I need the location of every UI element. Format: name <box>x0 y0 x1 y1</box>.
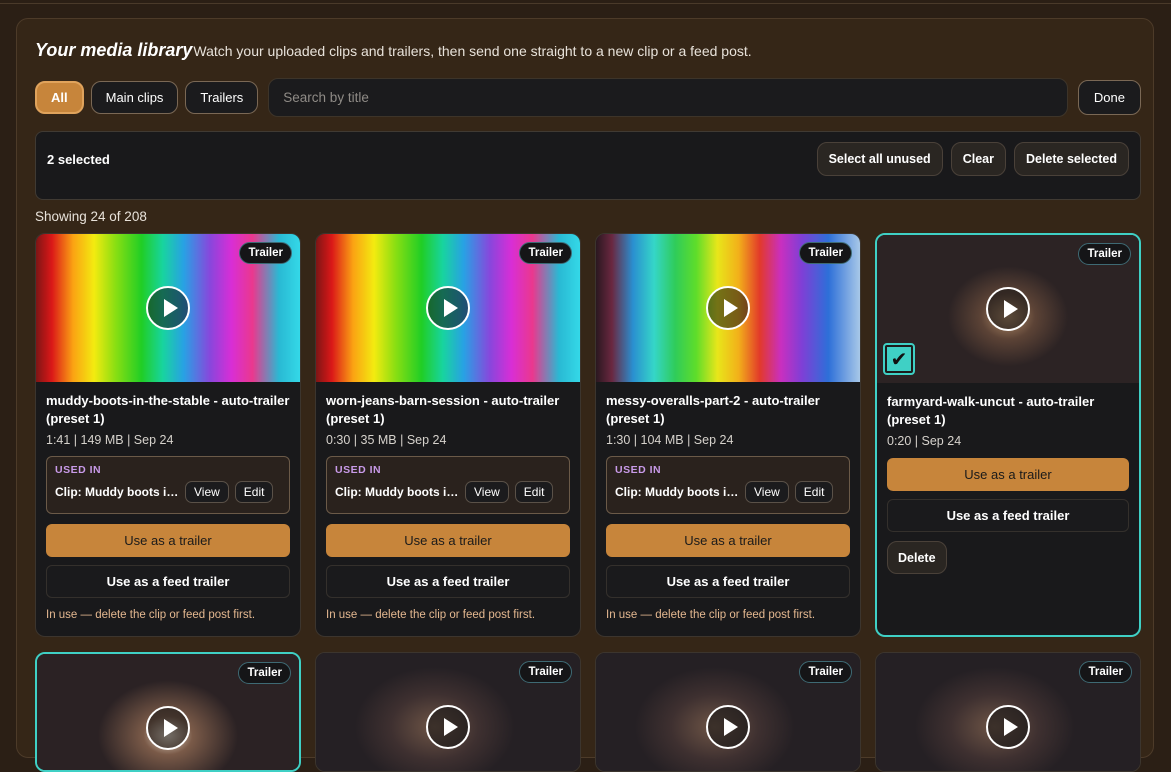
media-meta: 1:30 | 104 MB | Sep 24 <box>606 433 734 447</box>
use-as-feed-trailer-button[interactable]: Use as a feed trailer <box>326 565 570 598</box>
used-in-box: USED IN Clip: Muddy boots in the stable … <box>46 456 290 514</box>
media-meta: 0:30 | 35 MB | Sep 24 <box>326 433 447 447</box>
media-title: worn-jeans-barn-session - auto-trailer (… <box>326 393 560 426</box>
edit-clip-button[interactable]: Edit <box>234 481 274 503</box>
trailer-badge: Trailer <box>799 661 852 683</box>
video-thumbnail[interactable]: Trailer <box>36 234 300 382</box>
play-icon[interactable] <box>986 705 1030 749</box>
use-as-trailer-button[interactable]: Use as a trailer <box>326 524 570 557</box>
clear-selection-button[interactable]: Clear <box>950 142 1006 176</box>
used-in-label: USED IN <box>615 464 662 476</box>
selection-bar: 2 selected Select all unused Clear Delet… <box>35 131 1141 200</box>
media-title: muddy-boots-in-the-stable - auto-trailer… <box>46 393 290 426</box>
play-icon[interactable] <box>986 287 1030 331</box>
trailer-badge: Trailer <box>1078 243 1131 265</box>
media-meta: 1:41 | 149 MB | Sep 24 <box>46 433 174 447</box>
used-in-label: USED IN <box>335 464 382 476</box>
trailer-badge: Trailer <box>519 242 572 264</box>
used-in-label: USED IN <box>55 464 102 476</box>
media-meta: 0:20 | Sep 24 <box>887 434 962 448</box>
play-icon[interactable] <box>706 286 750 330</box>
video-thumbnail[interactable]: Trailer <box>37 654 299 770</box>
view-clip-button[interactable]: View <box>745 481 789 503</box>
video-thumbnail[interactable]: Trailer <box>316 234 580 382</box>
play-icon[interactable] <box>426 705 470 749</box>
play-icon[interactable] <box>146 286 190 330</box>
video-thumbnail[interactable]: Trailer <box>316 653 580 771</box>
library-header: Your media library Watch your uploaded c… <box>35 40 752 61</box>
delete-selected-button[interactable]: Delete selected <box>1013 142 1129 176</box>
filter-bar: All Main clips Trailers Search by title … <box>35 78 1141 117</box>
use-as-feed-trailer-button[interactable]: Use as a feed trailer <box>887 499 1129 532</box>
results-count: Showing 24 of 208 <box>35 209 147 224</box>
search-input[interactable]: Search by title <box>268 78 1068 117</box>
use-as-trailer-button[interactable]: Use as a trailer <box>887 458 1129 491</box>
delete-button[interactable]: Delete <box>887 541 947 574</box>
media-card-selected: Trailer ✔ farmyard-walk-uncut - auto-tra… <box>875 233 1141 637</box>
trailer-badge: Trailer <box>238 662 291 684</box>
select-all-unused-button[interactable]: Select all unused <box>816 142 943 176</box>
selection-count: 2 selected <box>47 152 110 167</box>
used-in-clip-name: Clip: Muddy boots in the stable <box>615 485 739 499</box>
used-in-box: USED IN Clip: Muddy boots in the stable … <box>326 456 570 514</box>
use-as-feed-trailer-button[interactable]: Use as a feed trailer <box>46 565 290 598</box>
use-as-feed-trailer-button[interactable]: Use as a feed trailer <box>606 565 850 598</box>
trailer-badge: Trailer <box>799 242 852 264</box>
edit-clip-button[interactable]: Edit <box>514 481 554 503</box>
video-thumbnail[interactable]: Trailer <box>596 234 860 382</box>
view-clip-button[interactable]: View <box>185 481 229 503</box>
play-icon[interactable] <box>146 706 190 750</box>
filter-chip-trailers[interactable]: Trailers <box>185 81 259 114</box>
video-thumbnail[interactable]: Trailer <box>596 653 860 771</box>
view-clip-button[interactable]: View <box>465 481 509 503</box>
checkbox-checked-icon[interactable]: ✔ <box>883 343 915 375</box>
selection-actions: Select all unused Clear Delete selected <box>809 142 1129 176</box>
use-as-trailer-button[interactable]: Use as a trailer <box>46 524 290 557</box>
top-divider <box>0 0 1171 4</box>
video-thumbnail[interactable]: Trailer <box>876 653 1140 771</box>
trailer-badge: Trailer <box>1079 661 1132 683</box>
used-in-clip-name: Clip: Muddy boots in the stable <box>335 485 459 499</box>
in-use-note: In use — delete the clip or feed post fi… <box>606 609 816 621</box>
media-card: Trailer <box>315 652 581 772</box>
media-library-panel: Your media library Watch your uploaded c… <box>16 18 1154 772</box>
media-title: farmyard-walk-uncut - auto-trailer (pres… <box>887 394 1095 427</box>
media-card: Trailer <box>875 652 1141 772</box>
filter-chip-main-clips[interactable]: Main clips <box>90 81 179 114</box>
media-card-selected: Trailer <box>35 652 301 772</box>
play-icon[interactable] <box>706 705 750 749</box>
media-card: Trailer worn-jeans-barn-session - auto-t… <box>315 233 581 637</box>
filter-chip-all[interactable]: All <box>35 81 84 114</box>
used-in-box: USED IN Clip: Muddy boots in the stable … <box>606 456 850 514</box>
use-as-trailer-button[interactable]: Use as a trailer <box>606 524 850 557</box>
video-thumbnail[interactable]: Trailer ✔ <box>877 235 1139 383</box>
page-title: Your media library <box>35 40 193 60</box>
media-card: Trailer <box>595 652 861 772</box>
used-in-clip-name: Clip: Muddy boots in the stable <box>55 485 179 499</box>
media-card: Trailer muddy-boots-in-the-stable - auto… <box>35 233 301 637</box>
trailer-badge: Trailer <box>519 661 572 683</box>
page-subtitle: Watch your uploaded clips and trailers, … <box>193 43 752 59</box>
play-icon[interactable] <box>426 286 470 330</box>
media-title: messy-overalls-part-2 - auto-trailer (pr… <box>606 393 820 426</box>
done-button[interactable]: Done <box>1077 80 1141 115</box>
in-use-note: In use — delete the clip or feed post fi… <box>326 609 536 621</box>
media-card: Trailer messy-overalls-part-2 - auto-tra… <box>595 233 861 637</box>
trailer-badge: Trailer <box>239 242 292 264</box>
in-use-note: In use — delete the clip or feed post fi… <box>46 609 256 621</box>
edit-clip-button[interactable]: Edit <box>794 481 834 503</box>
